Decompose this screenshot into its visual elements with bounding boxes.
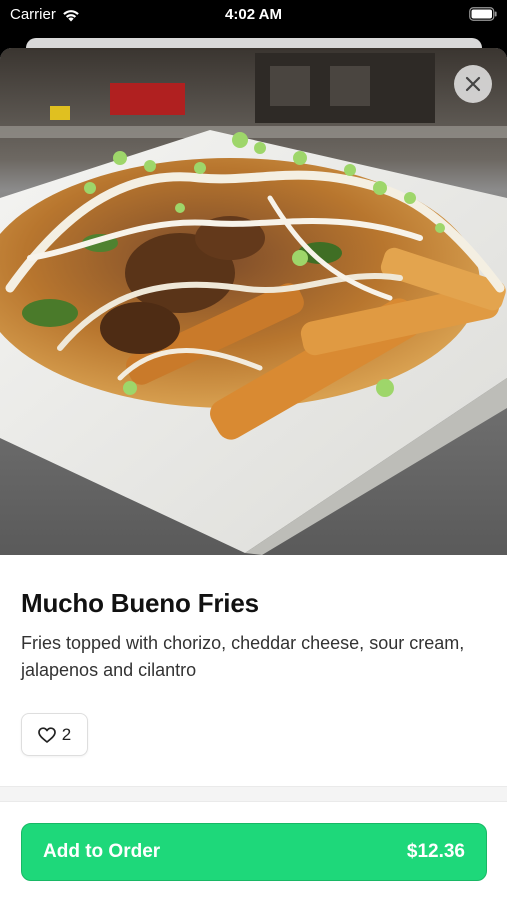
item-detail-sheet: Mucho Bueno Fries Fries topped with chor…: [0, 48, 507, 900]
like-button[interactable]: 2: [21, 713, 88, 756]
heart-icon: [37, 726, 56, 743]
close-button[interactable]: [454, 65, 492, 103]
item-photo-illustration: [0, 48, 507, 555]
item-title: Mucho Bueno Fries: [21, 588, 259, 618]
close-icon: [465, 76, 481, 92]
order-price: $12.36: [406, 841, 465, 862]
item-description: Fries topped with chorizo, cheddar chees…: [21, 633, 465, 680]
item-photo: [0, 48, 507, 555]
screen: Carrier 4:02 AM Mucho Bueno Fries Fries …: [0, 0, 507, 900]
status-bar: Carrier 4:02 AM: [0, 0, 507, 30]
status-time: 4:02 AM: [225, 6, 282, 23]
like-count: 2: [61, 724, 72, 744]
add-to-order-button[interactable]: Add to Order $12.36: [21, 823, 487, 881]
add-to-order-label: Add to Order: [43, 841, 161, 862]
battery-icon: [469, 7, 497, 21]
section-divider: [0, 786, 507, 802]
